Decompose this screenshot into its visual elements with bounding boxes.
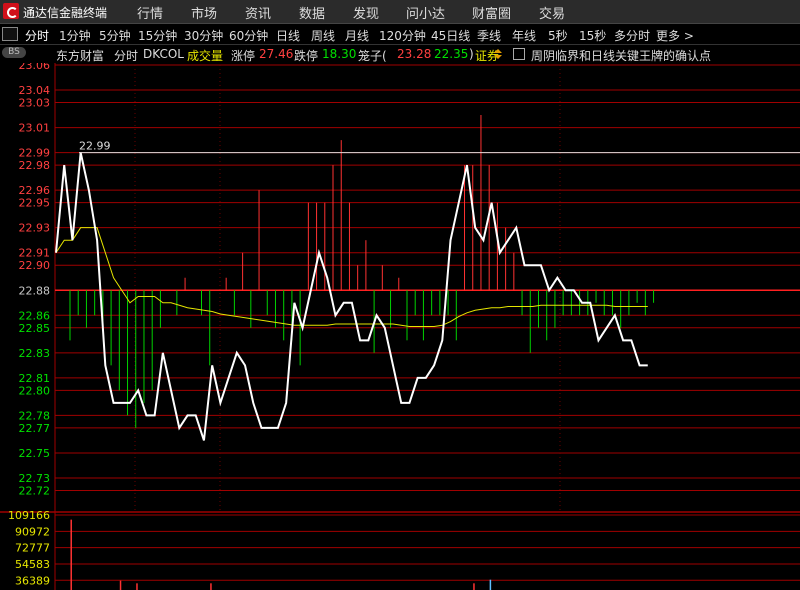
price-axis-label: 22.72 [19,484,51,497]
price-axis-label: 22.99 [19,147,51,160]
title-bar: 通达信金融终端 行情 市场 资讯 数据 发现 问小达 财富圈 交易 [0,0,800,24]
menu-shuju[interactable]: 数据 [299,3,325,22]
sidebar-toggle-icon[interactable] [2,27,18,41]
price-axis-label: 22.88 [19,284,51,297]
volume-axis-label: 72777 [15,542,50,555]
tab-yearly[interactable]: 年线 [512,27,536,44]
limit-up-value: 27.46 [259,47,294,61]
volume-axis-label: 90972 [15,525,50,538]
tab-multi-fenshi[interactable]: 多分时 [614,27,650,44]
price-axis-label: 22.83 [19,347,51,360]
menu-shichang[interactable]: 市场 [191,3,217,22]
volume-axis-label: 109166 [8,509,50,522]
price-axis-label: 22.81 [19,372,51,385]
price-axis-label: 22.73 [19,472,51,485]
cage-label: 笼子( [358,49,387,63]
cage-close-paren: ) [469,47,474,61]
price-axis-label: 22.77 [19,422,51,435]
tab-120min[interactable]: 120分钟 [379,27,426,44]
indicator-name[interactable]: DKCOL [143,47,184,61]
menu-caifuquan[interactable]: 财富圈 [472,3,511,22]
news-headline[interactable]: 周阴临界和日线关键王牌的确认点 [531,47,711,64]
limit-down-label: 跌停 [294,49,319,63]
menu-zixun[interactable]: 资讯 [245,3,271,22]
volume-axis-label: 54583 [15,558,50,571]
price-axis-label: 22.91 [19,247,51,260]
tab-30min[interactable]: 30分钟 [184,27,223,44]
tab-quarterly[interactable]: 季线 [477,27,501,44]
cage-low-value: 22.35 [434,47,469,61]
cage-high-value: 23.28 [397,47,432,61]
price-axis-label: 22.80 [19,384,51,397]
chart-info-bar: BS 东方财富 分时 DKCOL 成交量 涨停 27.46 跌停 18.30 笼… [0,45,800,63]
tab-1min[interactable]: 1分钟 [59,27,91,44]
limit-down-value: 18.30 [322,47,357,61]
intraday-chart[interactable]: 23.0623.0423.0323.0122.9922.9822.9622.95… [0,63,800,590]
tab-5sec[interactable]: 5秒 [548,27,568,44]
app-logo-icon [3,3,19,19]
tab-5min[interactable]: 5分钟 [99,27,131,44]
price-axis-label: 22.90 [19,259,51,272]
volume-axis-label: 36389 [15,574,50,587]
news-checkbox-icon[interactable] [513,48,525,60]
price-axis-label: 23.04 [19,84,51,97]
price-axis-label: 22.86 [19,309,51,322]
price-axis-label: 22.78 [19,409,51,422]
stock-name: 东方财富 [56,49,105,63]
price-axis-label: 22.93 [19,222,51,235]
price-axis-label: 22.96 [19,184,51,197]
menu-wenxiaoda[interactable]: 问小达 [406,3,445,22]
tab-15sec[interactable]: 15秒 [579,27,606,44]
bs-toggle-button[interactable]: BS [2,47,26,58]
sector-down-icon [494,55,502,59]
limit-up-label: 涨停 [231,49,256,63]
tab-more[interactable]: 更多 > [656,27,694,44]
tab-fenshi[interactable]: 分时 [25,27,49,44]
price-axis-label: 22.85 [19,322,51,335]
tab-60min[interactable]: 60分钟 [229,27,268,44]
sector-up-icon [494,49,502,53]
chart-mode: 分时 [114,49,139,63]
price-axis-label: 23.03 [19,97,51,110]
price-axis-label: 23.06 [19,63,51,72]
menu-hangqing[interactable]: 行情 [137,3,163,22]
price-axis-label: 23.01 [19,122,51,135]
average-price-line [55,227,648,328]
menu-faxian[interactable]: 发现 [353,3,379,22]
tab-weekly[interactable]: 周线 [311,27,335,44]
tab-monthly[interactable]: 月线 [345,27,369,44]
menu-jiaoyi[interactable]: 交易 [539,3,565,22]
tab-15min[interactable]: 15分钟 [138,27,177,44]
app-title: 通达信金融终端 [23,6,108,20]
tab-45day[interactable]: 45日线 [431,27,470,44]
volume-indicator-label[interactable]: 成交量 [187,47,223,64]
price-axis-label: 22.75 [19,447,51,460]
price-axis-label: 22.95 [19,197,51,210]
period-tabs: 分时 1分钟 5分钟 15分钟 30分钟 60分钟 日线 周线 月线 120分钟… [0,24,800,45]
reference-line-label: 22.99 [79,140,111,153]
tab-daily[interactable]: 日线 [276,27,300,44]
price-axis-label: 22.98 [19,159,51,172]
